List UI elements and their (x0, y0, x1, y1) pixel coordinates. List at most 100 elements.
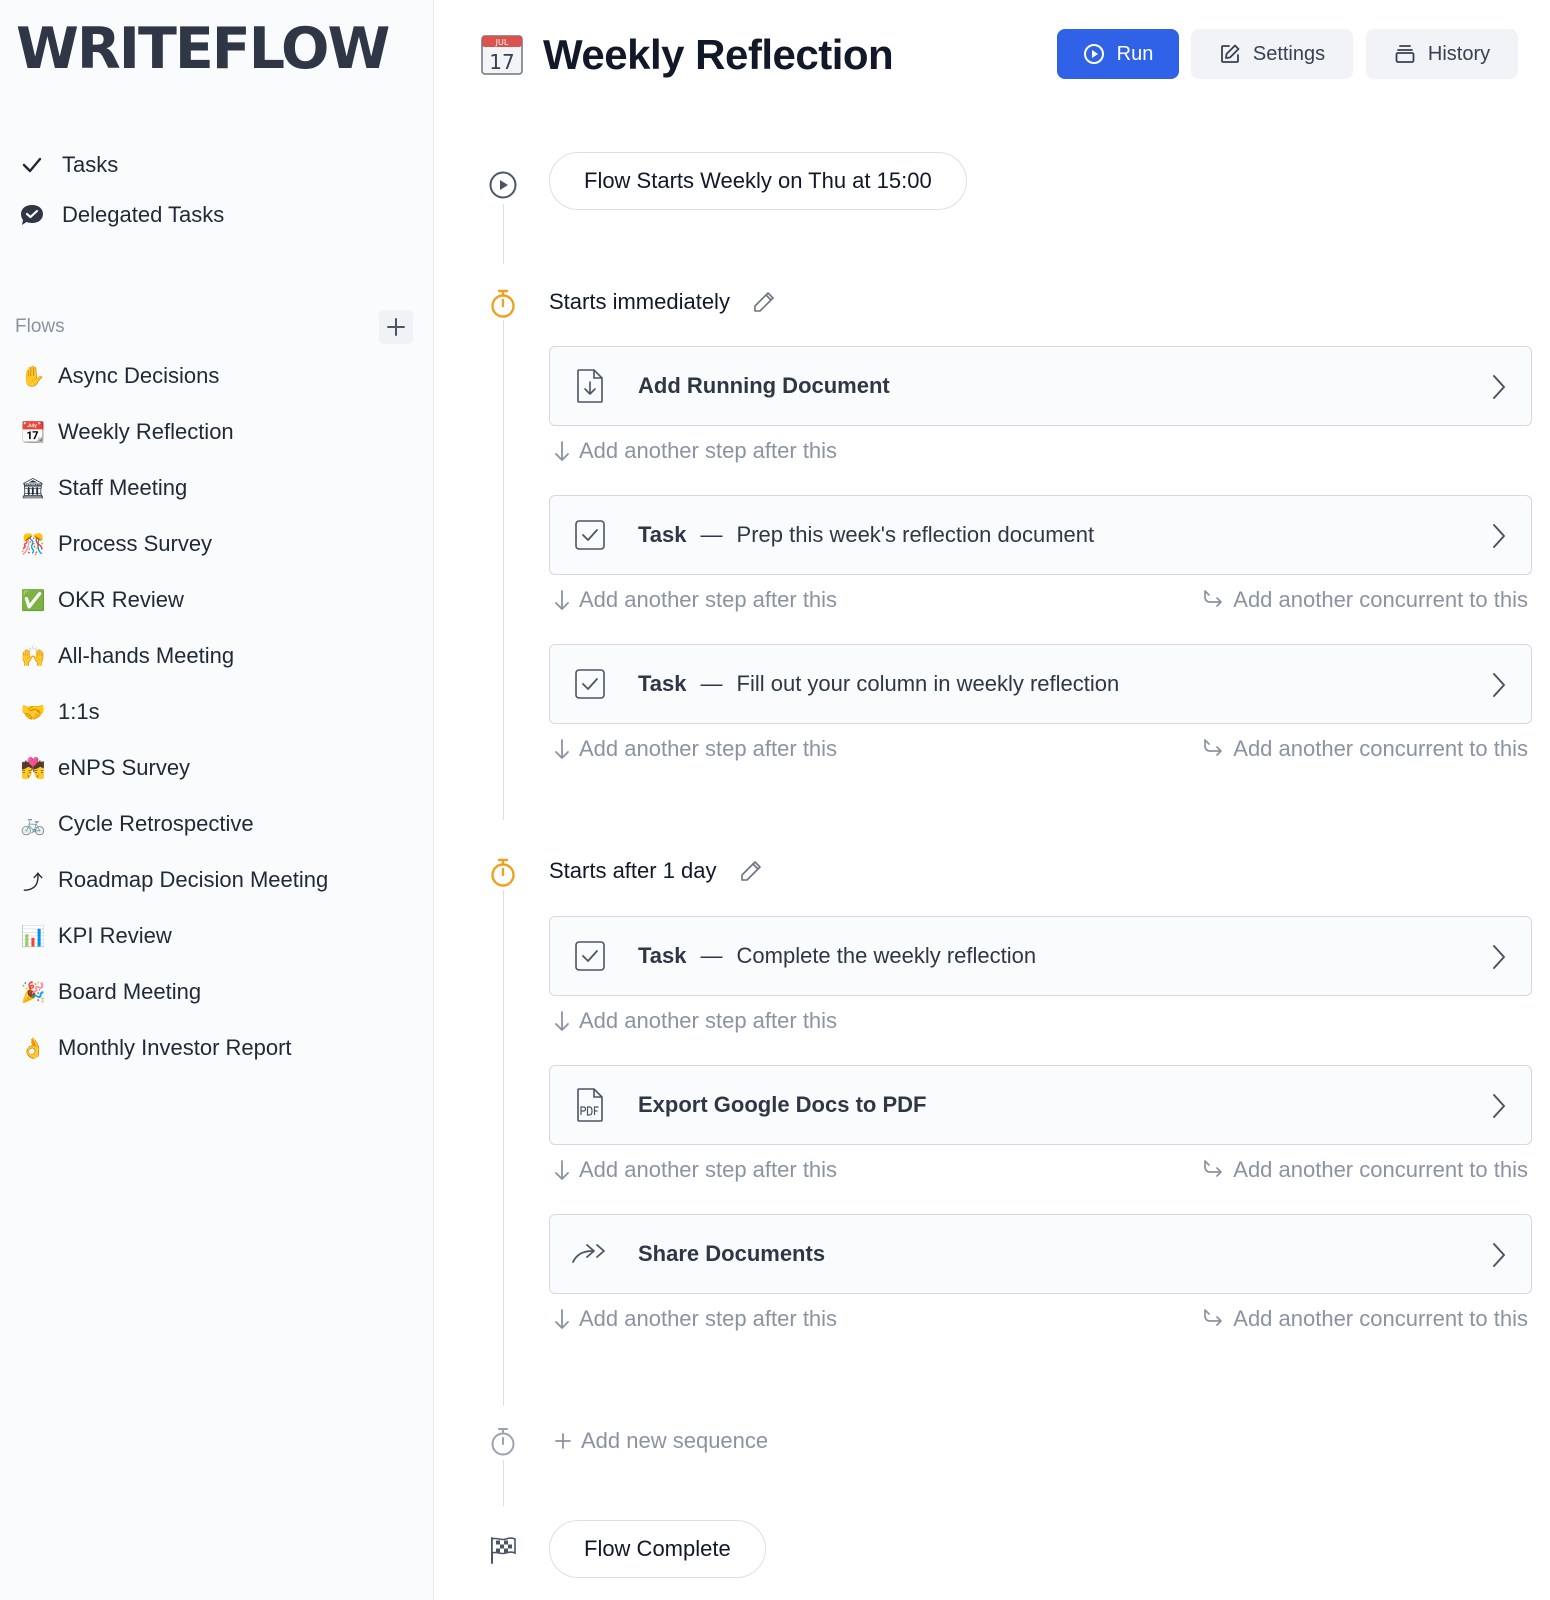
timeline-connector (503, 1460, 504, 1506)
settings-button-label: Settings (1252, 42, 1326, 65)
add-step-after-button[interactable]: Add another step after this (553, 1157, 837, 1183)
chevron-right-icon (1493, 1243, 1505, 1267)
timeline-connector (503, 204, 504, 264)
add-concurrent-button[interactable]: Add another concurrent to this (1201, 1157, 1528, 1183)
add-step-after-button[interactable]: Add another step after this (553, 1306, 837, 1332)
add-step-after-button[interactable]: Add another step after this (553, 587, 837, 613)
add-new-sequence-label: Add new sequence (581, 1428, 769, 1453)
run-button[interactable]: Run (1057, 29, 1179, 79)
add-step-after-button[interactable]: Add another step after this (553, 1008, 837, 1034)
split-arrow-icon (1204, 739, 1223, 756)
step-card-task-fill-column[interactable]: Task — Fill out your column in weekly re… (549, 644, 1532, 724)
flow-item-cycle-retrospective[interactable]: 🚲 Cycle Retrospective (18, 796, 328, 852)
sequence-title-text: Starts immediately (549, 289, 730, 314)
step-card-share-documents[interactable]: Share Documents (549, 1214, 1532, 1294)
step-card-task-prep-document[interactable]: Task — Prep this week's reflection docum… (549, 495, 1532, 575)
flow-item-board-meeting[interactable]: 🎉 Board Meeting (18, 964, 328, 1020)
app-logo[interactable]: WRITEFLOW (16, 14, 390, 84)
split-arrow-icon (1204, 1309, 1223, 1326)
add-flow-button[interactable] (379, 310, 413, 344)
sequence-title: Starts after 1 day (549, 858, 763, 884)
flow-item-label: Weekly Reflection (58, 419, 234, 444)
edit-sequence-button[interactable] (739, 859, 763, 883)
add-concurrent-button[interactable]: Add another concurrent to this (1201, 1306, 1528, 1332)
handshake-icon: 🤝 (20, 701, 46, 724)
timeline-connector (503, 320, 504, 820)
check-mark-button-icon: ✅ (20, 589, 46, 612)
flow-item-label: Board Meeting (58, 979, 202, 1004)
flow-item-staff-meeting[interactable]: 🏛 Staff Meeting (18, 460, 328, 516)
flow-complete-node[interactable]: Flow Complete (549, 1520, 766, 1578)
flow-item-all-hands-meeting[interactable]: 🙌 All-hands Meeting (18, 628, 328, 684)
arrow-up-curve-icon: ⤴ (23, 871, 43, 894)
document-download-icon (570, 366, 610, 406)
flow-item-label: Cycle Retrospective (58, 811, 254, 836)
plus-icon (387, 318, 405, 336)
chevron-right-icon (1493, 375, 1505, 399)
split-arrow-icon (1204, 590, 1223, 607)
run-button-label: Run (1116, 42, 1154, 65)
flow-item-label: Roadmap Decision Meeting (58, 867, 329, 892)
add-step-after-button[interactable]: Add another step after this (553, 438, 837, 464)
calendar-icon: JUL 17 (480, 32, 524, 81)
raised-hand-icon: ✋ (20, 365, 46, 388)
add-concurrent-label: Add another concurrent to this (1233, 587, 1528, 612)
step-card-task-complete-reflection[interactable]: Task — Complete the weekly reflection (549, 916, 1532, 996)
settings-button[interactable]: Settings (1191, 29, 1353, 79)
add-step-after-label: Add another step after this (579, 736, 838, 761)
step-add-row: Add another step after this Add another … (553, 1153, 1528, 1187)
nav-item-delegated-tasks[interactable]: Delegated Tasks (18, 190, 224, 240)
flow-item-okr-review[interactable]: ✅ OKR Review (18, 572, 328, 628)
ok-hand-icon: 👌 (20, 1037, 46, 1060)
add-new-sequence-button[interactable]: Add new sequence (553, 1428, 768, 1454)
flow-item-label: Monthly Investor Report (58, 1035, 292, 1060)
step-add-row: Add another step after this (553, 1004, 1528, 1038)
step-label: Add Running Document (638, 373, 890, 398)
step-label: Fill out your column in weekly reflectio… (736, 671, 1120, 696)
step-label: Export Google Docs to PDF (638, 1092, 927, 1117)
flow-item-roadmap-decision-meeting[interactable]: ⤴ Roadmap Decision Meeting (18, 852, 328, 908)
flow-start-trigger[interactable]: Flow Starts Weekly on Thu at 15:00 (549, 152, 967, 210)
checkbox-icon (570, 936, 610, 976)
edit-sequence-button[interactable] (752, 290, 776, 314)
archive-stack-icon (1395, 45, 1415, 63)
add-concurrent-button[interactable]: Add another concurrent to this (1201, 587, 1528, 613)
calendar-month-text: JUL (495, 38, 509, 47)
flow-item-label: All-hands Meeting (58, 643, 235, 668)
nav-item-tasks[interactable]: Tasks (18, 140, 224, 190)
chevron-right-icon (1493, 1094, 1505, 1118)
add-step-after-label: Add another step after this (579, 438, 838, 463)
flow-item-enps-survey[interactable]: 💏 eNPS Survey (18, 740, 328, 796)
arrow-down-icon (555, 1160, 569, 1180)
add-concurrent-label: Add another concurrent to this (1233, 1157, 1528, 1182)
flow-item-weekly-reflection[interactable]: 📆 Weekly Reflection (18, 404, 328, 460)
add-concurrent-button[interactable]: Add another concurrent to this (1201, 736, 1528, 762)
flow-item-kpi-review[interactable]: 📊 KPI Review (18, 908, 328, 964)
flow-item-monthly-investor-report[interactable]: 👌 Monthly Investor Report (18, 1020, 328, 1076)
edit-square-icon (1220, 44, 1240, 63)
flow-complete-label: Flow Complete (584, 1536, 731, 1561)
add-concurrent-label: Add another concurrent to this (1233, 1306, 1528, 1331)
flow-item-label: Process Survey (58, 531, 213, 556)
step-card-add-running-document[interactable]: Add Running Document (549, 346, 1532, 426)
history-button[interactable]: History (1366, 29, 1518, 79)
add-step-after-button[interactable]: Add another step after this (553, 736, 837, 762)
confetti-ball-icon: 🎊 (20, 533, 46, 556)
step-card-export-pdf[interactable]: Export Google Docs to PDF (549, 1065, 1532, 1145)
sidebar: WRITEFLOW Tasks Delegated Tasks Flows ✋ A… (0, 0, 434, 1600)
step-add-row: Add another step after this (553, 434, 1528, 468)
step-add-row: Add another step after this Add another … (553, 583, 1528, 617)
flow-item-one-on-ones[interactable]: 🤝 1:1s (18, 684, 328, 740)
flows-header: Flows (15, 310, 413, 344)
flow-item-async-decisions[interactable]: ✋ Async Decisions (18, 348, 328, 404)
plus-icon (555, 1433, 571, 1449)
flow-item-label: Staff Meeting (58, 475, 188, 500)
flow-item-process-survey[interactable]: 🎊 Process Survey (18, 516, 328, 572)
share-arrow-icon (570, 1234, 610, 1274)
stopwatch-outline-icon (487, 1426, 519, 1458)
step-type: Task (638, 943, 687, 968)
flow-item-label: Async Decisions (58, 363, 220, 388)
flow-list: ✋ Async Decisions 📆 Weekly Reflection 🏛 Sta… (18, 348, 328, 1076)
nav-item-label: Delegated Tasks (62, 202, 225, 227)
flow-item-label: OKR Review (58, 587, 184, 612)
